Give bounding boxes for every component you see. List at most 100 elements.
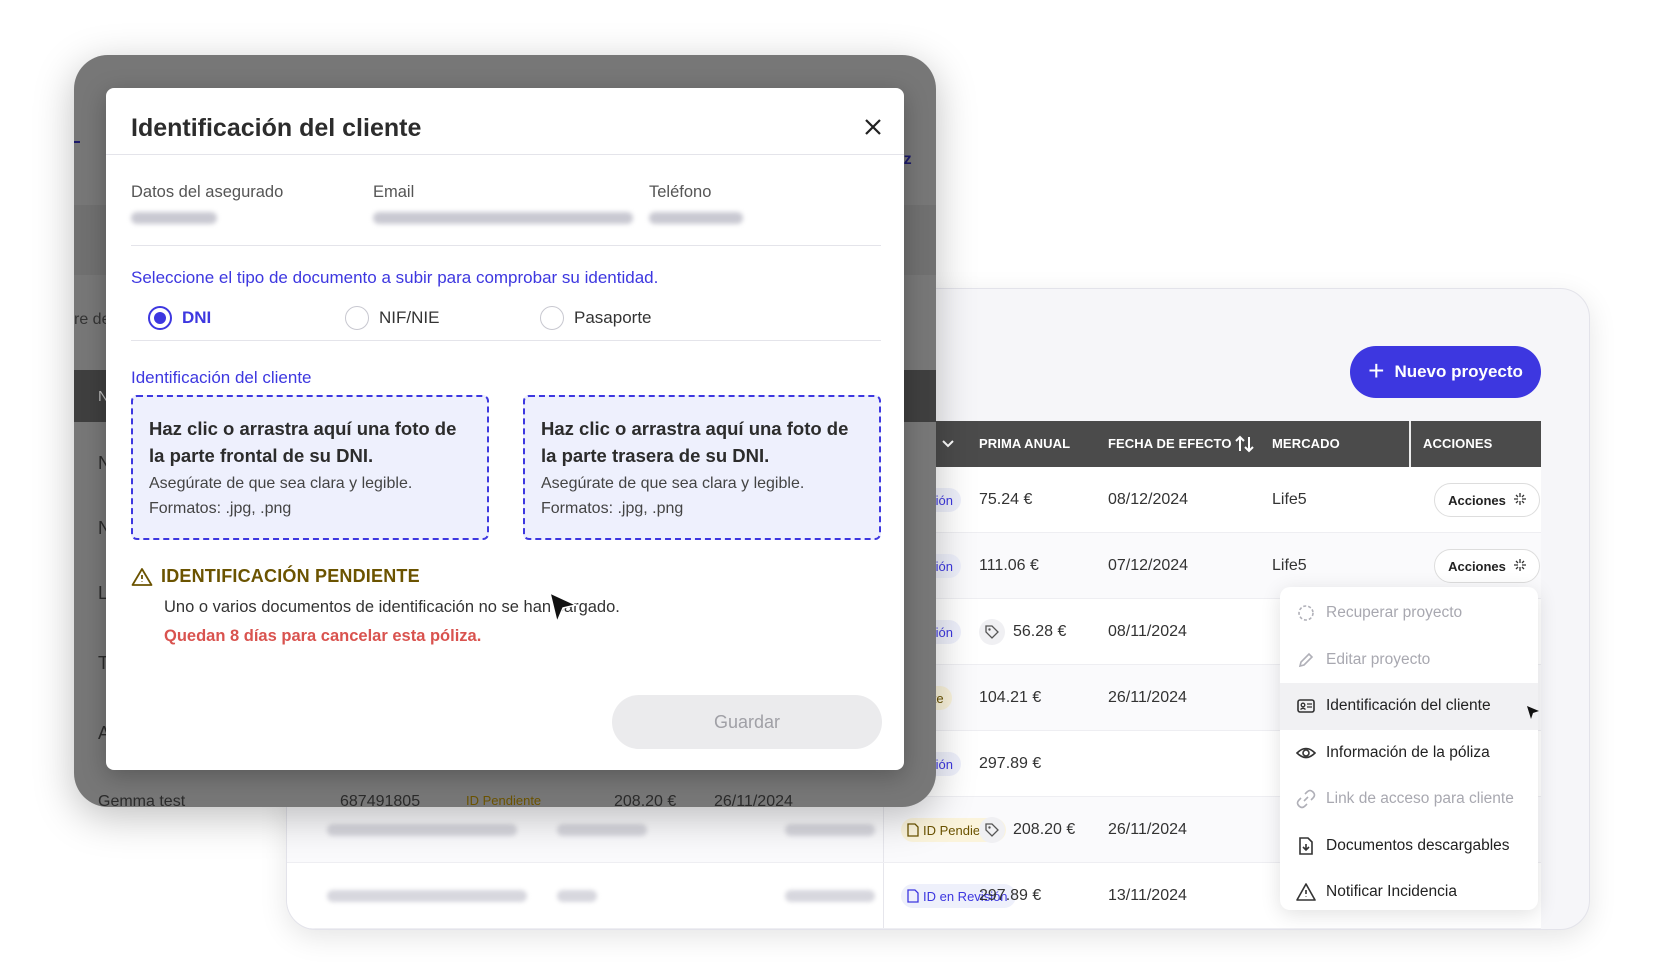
prima-cell: 56.28 € bbox=[979, 599, 1066, 665]
dropzone-formats: Formatos: .jpg, .png bbox=[149, 500, 292, 517]
prima-cell: 111.06 € bbox=[979, 557, 1039, 574]
actions-button[interactable]: Acciones bbox=[1434, 483, 1540, 517]
close-button[interactable] bbox=[858, 112, 888, 142]
id-card-icon bbox=[1297, 699, 1315, 714]
menu-item-label: Documentos descargables bbox=[1326, 836, 1510, 854]
bottom-row-name: Gemma test bbox=[98, 793, 186, 807]
fecha-cell: 08/12/2024 bbox=[1108, 491, 1189, 508]
col-mercado: MERCADO bbox=[1272, 436, 1340, 451]
warning-deadline: Quedan 8 días para cancelar esta póliza. bbox=[164, 627, 482, 645]
phone-label: Teléfono bbox=[649, 183, 712, 201]
dropzone-title: Haz clic o arrastra aquí una foto de la … bbox=[149, 418, 457, 466]
menu-item-label: Información de la póliza bbox=[1326, 743, 1490, 761]
email-label: Email bbox=[373, 183, 415, 201]
section-title: Identificación del cliente bbox=[131, 368, 312, 387]
blurred-phone bbox=[785, 890, 875, 902]
document-type-instruction: Seleccione el tipo de documento a subir … bbox=[131, 268, 659, 287]
menu-item-label: Notificar Incidencia bbox=[1326, 883, 1457, 901]
prima-cell: 104.21 € bbox=[979, 689, 1042, 706]
sort-icon[interactable] bbox=[1235, 421, 1255, 467]
modal-title: Identificación del cliente bbox=[131, 114, 422, 142]
column-divider bbox=[1409, 421, 1411, 467]
radio-dni[interactable]: DNI bbox=[148, 306, 211, 330]
warning-title: IDENTIFICACIÓN PENDIENTE bbox=[161, 566, 420, 586]
menu-item-recuperar[interactable]: Recuperar proyecto bbox=[1280, 590, 1538, 637]
link-icon bbox=[1296, 789, 1316, 809]
save-button[interactable]: Guardar bbox=[612, 695, 882, 749]
partial-input: re de bbox=[74, 311, 111, 328]
dropzone-hint: Asegúrate de que sea clara y legible. bbox=[541, 475, 805, 492]
menu-item-label: Identificación del cliente bbox=[1326, 697, 1491, 715]
dropzone-formats: Formatos: .jpg, .png bbox=[541, 500, 684, 517]
actions-menu: Recuperar proyecto Editar proyecto Ident… bbox=[1280, 587, 1538, 910]
menu-item-informacion[interactable]: Información de la póliza bbox=[1280, 730, 1538, 777]
client-id-modal: Identificación del cliente Datos del ase… bbox=[106, 88, 904, 770]
prima-cell: 208.20 € bbox=[979, 797, 1075, 863]
actions-button[interactable]: Acciones bbox=[1434, 549, 1540, 583]
eye-icon bbox=[1296, 747, 1316, 759]
front-upload-dropzone[interactable]: Haz clic o arrastra aquí una foto de la … bbox=[131, 395, 489, 540]
bottom-row-fecha: 26/11/2024 bbox=[714, 793, 793, 807]
back-upload-dropzone[interactable]: Haz clic o arrastra aquí una foto de la … bbox=[523, 395, 881, 540]
radio-label: DNI bbox=[182, 308, 212, 327]
phone-value-blurred bbox=[649, 212, 743, 224]
prima-value: 208.20 € bbox=[1013, 821, 1076, 838]
radio-checked-icon[interactable] bbox=[148, 306, 172, 330]
mercado-cell: Life5 bbox=[1272, 491, 1307, 508]
menu-item-label: Editar proyecto bbox=[1326, 650, 1431, 668]
prima-value: 56.28 € bbox=[1013, 623, 1067, 640]
fecha-cell: 07/12/2024 bbox=[1108, 557, 1189, 574]
document-icon bbox=[907, 823, 919, 837]
partial-tab-marker bbox=[74, 141, 80, 143]
new-project-button[interactable]: + Nuevo proyecto bbox=[1350, 346, 1541, 398]
bottom-row-status: ID Pendiente bbox=[466, 793, 542, 807]
menu-item-identificacion[interactable]: Identificación del cliente bbox=[1280, 683, 1538, 730]
blurred-email bbox=[327, 824, 517, 836]
radio-unchecked-icon[interactable] bbox=[345, 306, 369, 330]
menu-item-editar[interactable]: Editar proyecto bbox=[1280, 637, 1538, 684]
prima-cell: 297.89 € bbox=[979, 887, 1042, 904]
dropzone-hint: Asegúrate de que sea clara y legible. bbox=[149, 475, 413, 492]
download-doc-icon bbox=[1299, 836, 1313, 855]
menu-item-incidencia[interactable]: Notificar Incidencia bbox=[1280, 869, 1538, 916]
warning-icon bbox=[131, 567, 153, 586]
mouse-cursor-icon bbox=[1527, 706, 1539, 719]
actions-label: Acciones bbox=[1448, 558, 1506, 574]
menu-item-link[interactable]: Link de acceso para cliente bbox=[1280, 776, 1538, 823]
menu-item-label: Link de acceso para cliente bbox=[1326, 790, 1514, 808]
tag-icon bbox=[979, 619, 1005, 645]
chevron-down-icon[interactable] bbox=[941, 421, 955, 467]
fecha-cell: 13/11/2024 bbox=[1108, 887, 1187, 904]
new-project-label: Nuevo proyecto bbox=[1394, 362, 1523, 381]
tag-icon bbox=[979, 817, 1005, 843]
menu-item-documentos[interactable]: Documentos descargables bbox=[1280, 823, 1538, 870]
divider bbox=[131, 245, 881, 246]
sparkle-icon bbox=[1513, 492, 1526, 508]
divider bbox=[106, 154, 904, 155]
pencil-icon bbox=[1298, 652, 1314, 667]
radio-label: NIF/NIE bbox=[379, 308, 440, 327]
prima-cell: 75.24 € bbox=[979, 491, 1033, 508]
fecha-cell: 08/11/2024 bbox=[1108, 623, 1187, 640]
refresh-icon bbox=[1298, 605, 1314, 622]
warning-icon bbox=[1296, 883, 1316, 902]
divider bbox=[131, 340, 881, 341]
insured-value-blurred bbox=[131, 212, 217, 224]
radio-nif-nie[interactable]: NIF/NIE bbox=[345, 306, 439, 330]
dropzone-title: Haz clic o arrastra aquí una foto de la … bbox=[541, 418, 849, 466]
insured-label: Datos del asegurado bbox=[131, 183, 284, 201]
radio-unchecked-icon[interactable] bbox=[540, 306, 564, 330]
fecha-cell: 26/11/2024 bbox=[1108, 821, 1187, 838]
col-prima: PRIMA ANUAL bbox=[979, 436, 1071, 451]
menu-item-label: Recuperar proyecto bbox=[1326, 604, 1463, 622]
actions-label: Acciones bbox=[1448, 492, 1506, 508]
radio-label: Pasaporte bbox=[574, 308, 652, 327]
radio-pasaporte[interactable]: Pasaporte bbox=[540, 306, 652, 330]
col-acciones: ACCIONES bbox=[1423, 436, 1493, 451]
col-fecha[interactable]: FECHA DE EFECTO bbox=[1108, 421, 1232, 467]
blurred-name bbox=[557, 890, 597, 902]
blurred-name bbox=[557, 824, 647, 836]
document-search-icon bbox=[907, 889, 919, 903]
close-icon bbox=[865, 119, 881, 135]
prima-cell: 297.89 € bbox=[979, 755, 1042, 772]
